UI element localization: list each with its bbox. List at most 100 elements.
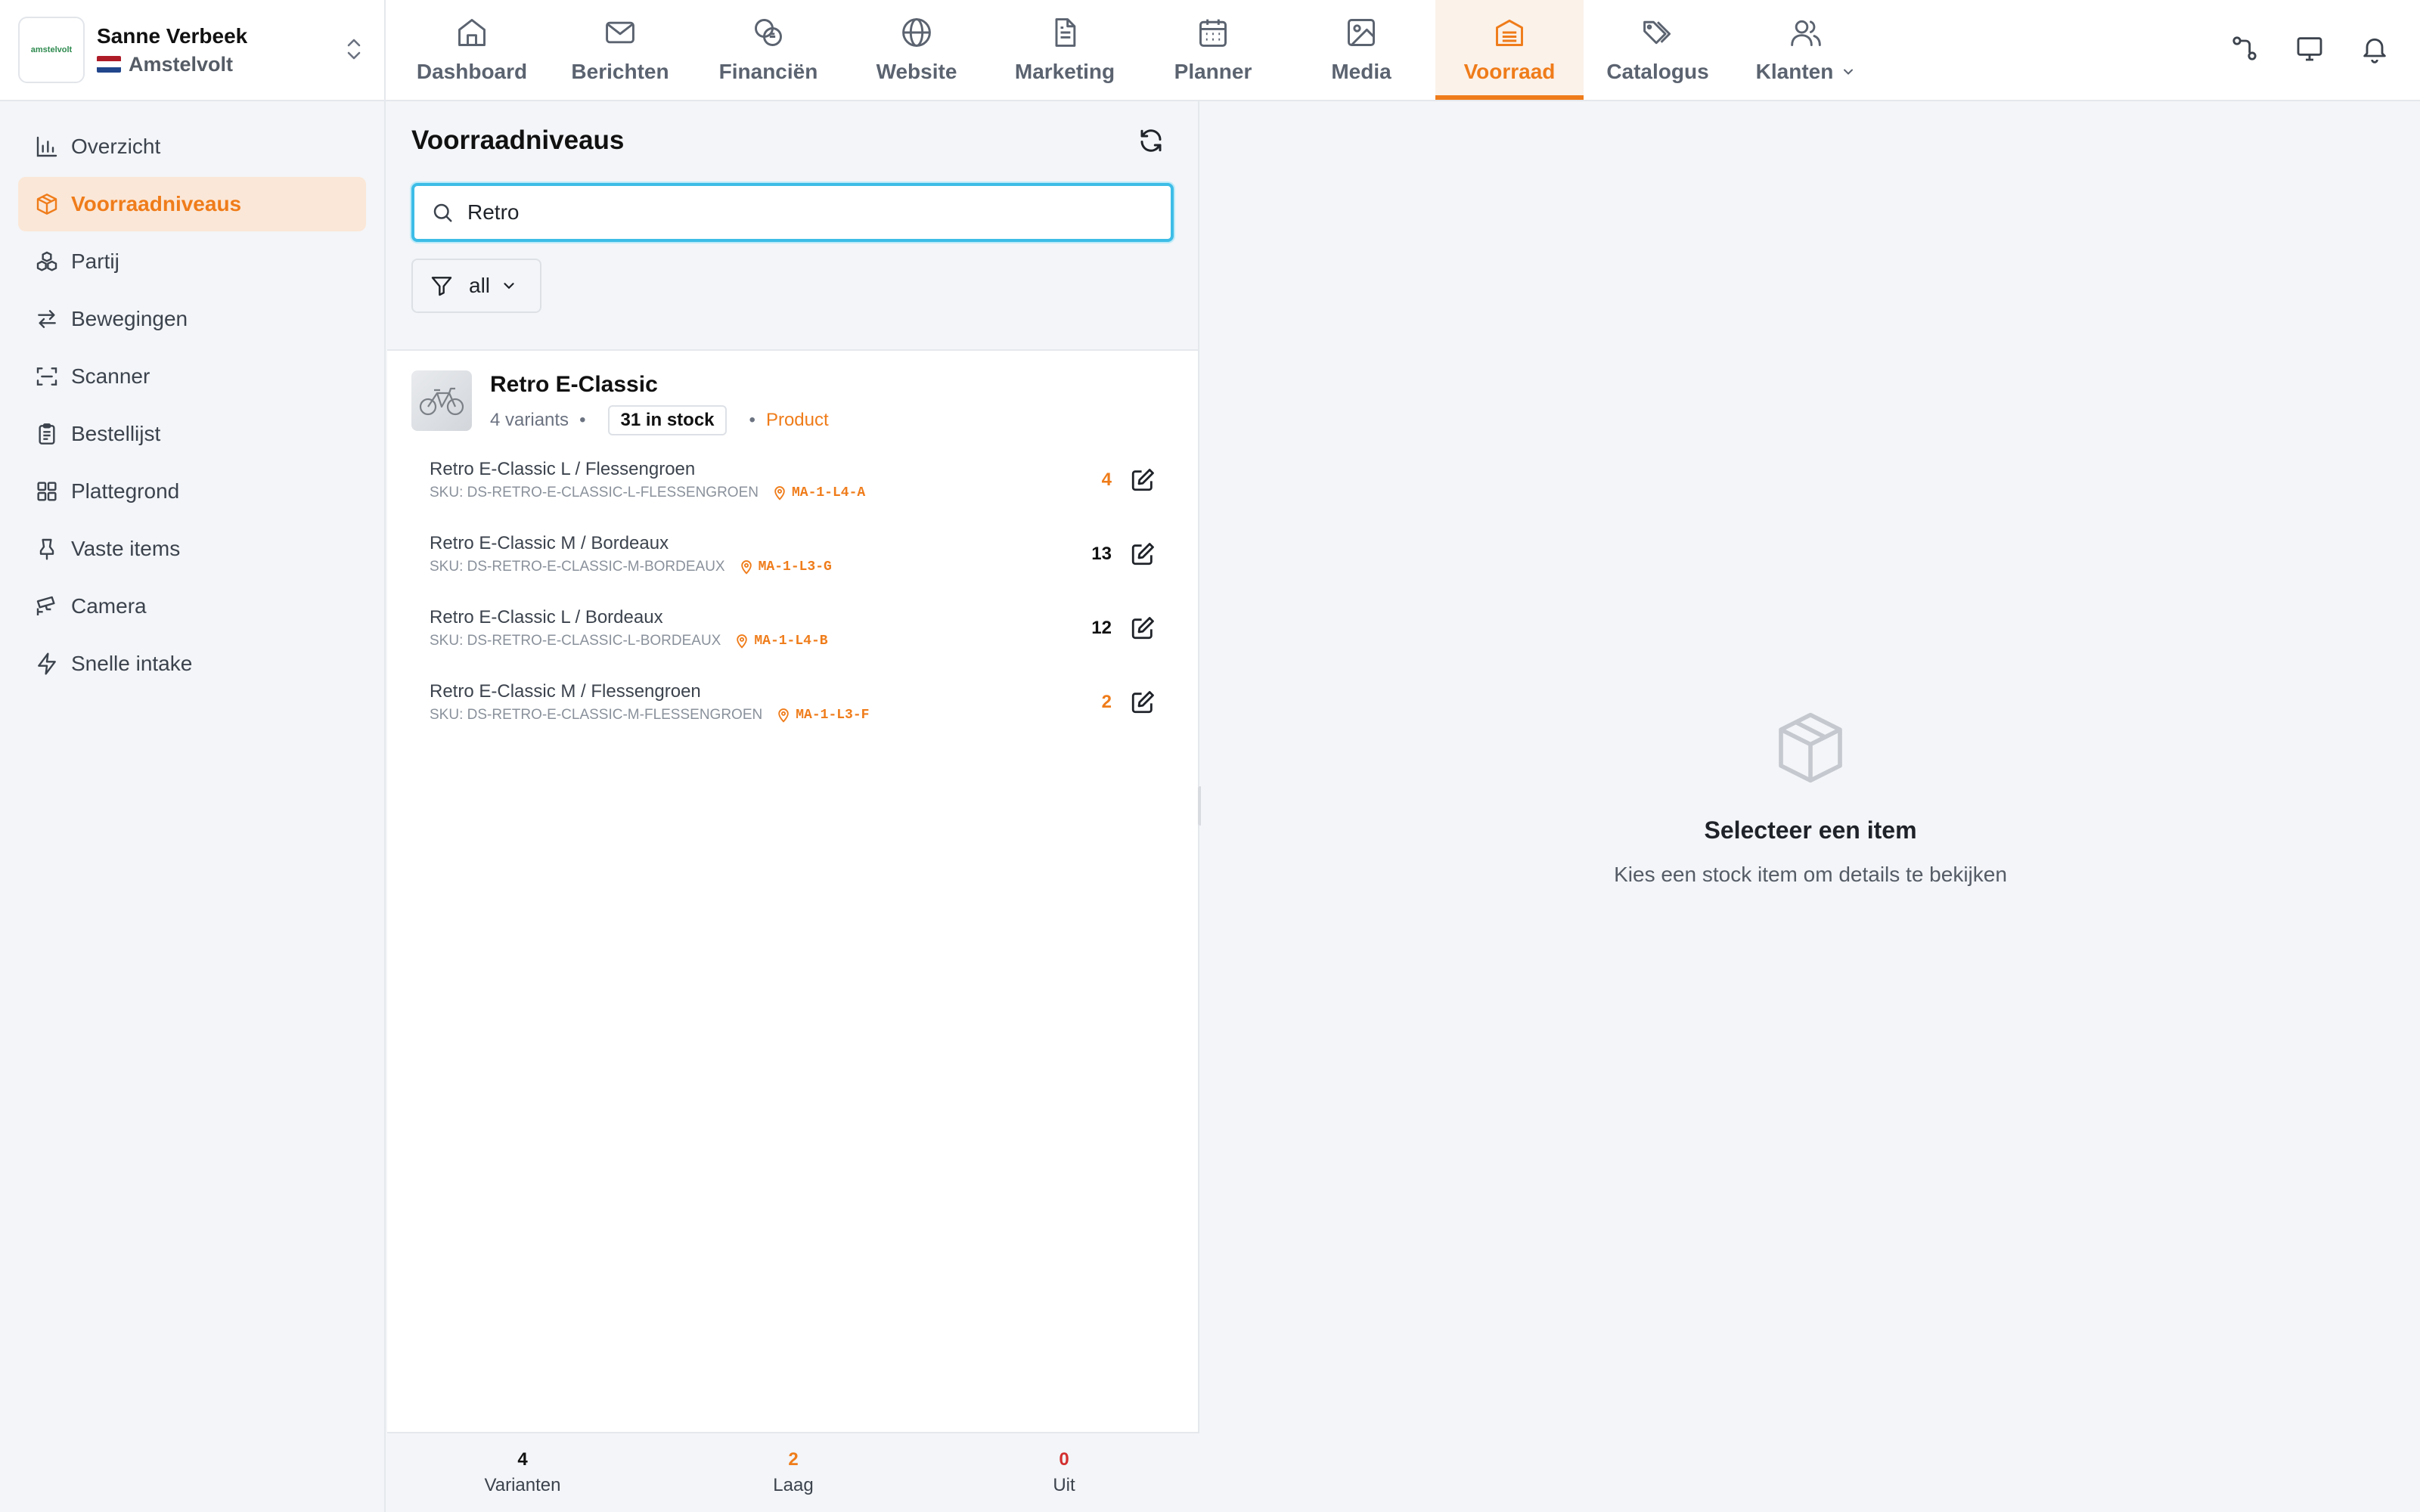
map-pin-icon [737,634,748,649]
scan-icon [36,367,57,386]
sidebar-item-plattegrond[interactable]: Plattegrond [18,464,366,519]
bell-icon[interactable] [2360,33,2390,64]
sidebar-item-overzicht[interactable]: Overzicht [18,119,366,174]
nav-website[interactable]: Website [842,0,991,100]
empty-state-subtitle: Kies een stock item om details te bekijk… [1614,863,2007,886]
variant-name: Retro E-Classic L / Flessengroen [430,459,696,479]
nav-label: Voorraad [1463,60,1556,83]
variant-row[interactable]: Retro E-Classic M / Bordeaux SKU: DS-RET… [411,517,1174,591]
sidebar-item-snelle-intake[interactable]: Snelle intake [18,637,366,691]
sidebar-item-partij[interactable]: Partij [18,234,366,289]
stat-value: 2 [788,1449,799,1470]
nav-marketing[interactable]: Marketing [991,0,1139,100]
nav-dashboard[interactable]: Dashboard [398,0,546,100]
detail-panel: Selecteer een item Kies een stock item o… [1201,101,2420,1512]
panel-header: Voorraadniveaus all [387,101,1198,351]
nav-klanten[interactable]: Klanten [1732,0,1880,100]
stat-label: Varianten [484,1475,561,1495]
edit-icon[interactable] [1130,615,1156,641]
nav-planner[interactable]: Planner [1139,0,1287,100]
variant-row[interactable]: Retro E-Classic L / Bordeaux SKU: DS-RET… [411,591,1174,665]
sidebar-item-label: Vaste items [71,537,181,560]
variant-name: Retro E-Classic M / Bordeaux [430,533,669,553]
sidebar-item-camera[interactable]: Camera [18,579,366,634]
image-icon [1348,19,1375,46]
bar-chart-icon [36,136,57,157]
clipboard-icon [39,423,55,445]
separator-dot: • [749,410,755,430]
sidebar-item-label: Snelle intake [71,652,193,675]
netherlands-flag-icon [97,56,121,73]
filter-icon [431,277,452,296]
tags-icon [1643,20,1671,45]
nav-berichten[interactable]: Berichten [546,0,694,100]
sidebar-item-label: Scanner [71,364,150,388]
arrows-icon [38,310,56,328]
org-user-name: Sanne Verbeek [97,23,248,48]
map-pin-icon [778,708,789,723]
nav-media[interactable]: Media [1287,0,1435,100]
empty-state-title: Selecteer een item [1704,816,1917,844]
product-thumbnail [411,370,472,431]
search-box[interactable] [411,183,1174,242]
nav-label: Media [1331,60,1392,83]
workflow-icon[interactable] [2229,33,2260,64]
cctv-icon [36,596,55,615]
sidebar-item-label: Plattegrond [71,479,180,503]
variant-name: Retro E-Classic M / Flessengroen [430,681,701,702]
stock-badge: 31 in stock [608,405,727,435]
sidebar-item-label: Camera [71,594,147,618]
variant-quantity: 4 [1101,469,1112,490]
document-icon [1055,18,1076,47]
filter-select[interactable]: all [411,259,541,313]
sidebar-item-scanner[interactable]: Scanner [18,349,366,404]
org-logo: amstelvolt [18,17,85,83]
stat-label: Uit [1053,1475,1075,1495]
variant-location: MA-1-L3-G [758,559,832,575]
product-group[interactable]: Retro E-Classic 4 variants • 31 in stock… [387,351,1198,435]
nav-label: Planner [1174,60,1252,83]
stat-label: Laag [773,1475,814,1495]
nav-label: Financiën [718,60,818,83]
stat-value: 4 [517,1449,528,1470]
edit-icon[interactable] [1130,467,1156,493]
nav-catalogus[interactable]: Catalogus [1584,0,1732,100]
home-icon [458,19,486,46]
refresh-icon[interactable] [1137,127,1165,154]
nav-label: Catalogus [1606,60,1709,83]
sidebar-item-voorraadniveaus[interactable]: Voorraadniveaus [18,177,366,231]
separator-dot: • [579,410,586,430]
search-input[interactable] [467,200,1154,225]
stock-list-panel: Voorraadniveaus all Retro E-Classic 4 va… [387,101,1199,1512]
nav-label: Dashboard [416,60,528,83]
coins-icon [755,19,782,46]
chevron-down-icon [1844,69,1854,75]
globe-icon [902,18,931,47]
chevron-up-down-icon[interactable] [345,36,363,62]
main-nav: Dashboard Berichten Financiën Website Ma… [386,0,1880,100]
sidebar-item-label: Voorraadniveaus [71,192,242,215]
package-icon [1779,712,1842,783]
empty-state: Selecteer een item Kies een stock item o… [1201,706,2420,887]
monitor-icon[interactable] [2294,33,2325,64]
stat-laag: 2 Laag [658,1433,929,1512]
edit-icon[interactable] [1130,541,1156,567]
variant-row[interactable]: Retro E-Classic M / Flessengroen SKU: DS… [411,665,1174,739]
search-icon [433,203,452,222]
org-switcher[interactable]: amstelvolt Sanne Verbeek Amstelvolt [0,0,386,100]
sidebar-item-vaste-items[interactable]: Vaste items [18,522,366,576]
sidebar-item-bestellijst[interactable]: Bestellijst [18,407,366,461]
stat-uit: 0 Uit [929,1433,1199,1512]
variant-row[interactable]: Retro E-Classic L / Flessengroen SKU: DS… [411,443,1174,517]
edit-icon[interactable] [1130,689,1156,715]
users-icon [1791,20,1821,46]
sidebar-item-label: Bewegingen [71,307,188,330]
sidebar-item-bewegingen[interactable]: Bewegingen [18,292,366,346]
org-location: Amstelvolt [129,52,234,76]
sidebar-item-label: Overzicht [71,135,161,158]
nav-financien[interactable]: Financiën [694,0,842,100]
top-bar: amstelvolt Sanne Verbeek Amstelvolt Dash… [0,0,2420,101]
variant-count: 4 variants [490,410,569,430]
nav-voorraad[interactable]: Voorraad [1435,0,1584,100]
nav-label: Website [876,60,957,83]
